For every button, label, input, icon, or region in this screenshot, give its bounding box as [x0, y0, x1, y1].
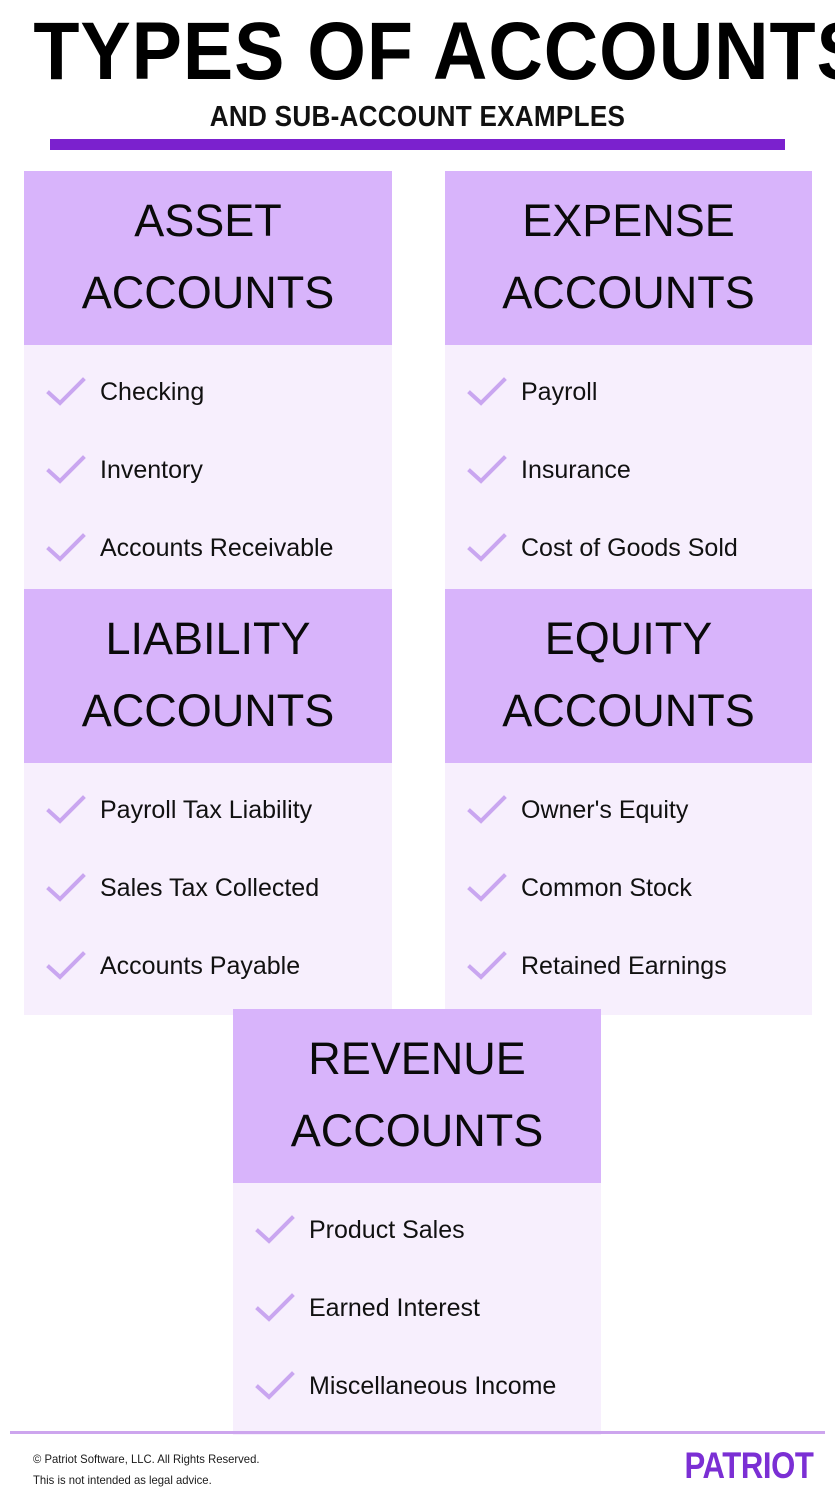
card-title-line1: ASSET	[134, 195, 282, 246]
card-title-line2: ACCOUNTS	[81, 685, 335, 736]
list-item: Inventory	[24, 431, 392, 509]
check-icon	[467, 455, 507, 485]
copyright-text: © Patriot Software, LLC. All Rights Rese…	[33, 1452, 260, 1466]
card-title-line1: LIABILITY	[105, 613, 311, 664]
check-icon	[467, 795, 507, 825]
footer-divider	[10, 1431, 825, 1434]
list-item-label: Accounts Receivable	[100, 534, 334, 562]
list-item-label: Sales Tax Collected	[100, 874, 320, 902]
card-title-line2: ACCOUNTS	[502, 685, 755, 736]
list-item: Payroll Tax Liability	[24, 771, 392, 849]
card-title-line1: EQUITY	[544, 613, 713, 664]
card-header: LIABILITY ACCOUNTS	[24, 589, 392, 763]
list-item-label: Inventory	[100, 456, 203, 484]
check-icon	[255, 1215, 295, 1245]
list-item-label: Checking	[100, 378, 205, 406]
list-item-label: Earned Interest	[309, 1294, 480, 1322]
card-equity-accounts: EQUITY ACCOUNTS Owner's Equity Common St…	[445, 589, 812, 1015]
list-item: Payroll	[445, 353, 812, 431]
page-title: TYPES OF ACCOUNTS	[33, 6, 835, 97]
list-item: Retained Earnings	[445, 927, 812, 1005]
card-title-line1: EXPENSE	[522, 195, 735, 246]
list-item-label: Accounts Payable	[100, 952, 301, 980]
check-icon	[46, 455, 86, 485]
footer-legal: © Patriot Software, LLC. All Rights Rese…	[33, 1449, 259, 1491]
list-item: Common Stock	[445, 849, 812, 927]
infographic-page: TYPES OF ACCOUNTS AND SUB-ACCOUNT EXAMPL…	[0, 0, 835, 1500]
list-item-label: Cost of Goods Sold	[521, 534, 738, 562]
check-icon	[467, 951, 507, 981]
check-icon	[255, 1293, 295, 1323]
list-item: Accounts Receivable	[24, 509, 392, 587]
card-expense-accounts: EXPENSE ACCOUNTS Payroll Insurance Cost …	[445, 171, 812, 597]
card-header: ASSET ACCOUNTS	[24, 171, 392, 345]
list-item-label: Owner's Equity	[521, 796, 689, 824]
list-item-label: Product Sales	[309, 1216, 465, 1244]
check-icon	[467, 533, 507, 563]
list-item-label: Payroll Tax Liability	[100, 796, 313, 824]
card-header: REVENUE ACCOUNTS	[233, 1009, 601, 1183]
check-icon	[467, 377, 507, 407]
check-icon	[255, 1371, 295, 1401]
disclaimer-text: This is not intended as legal advice.	[33, 1473, 212, 1487]
card-title-line2: ACCOUNTS	[290, 1105, 544, 1156]
card-body: Payroll Insurance Cost of Goods Sold	[445, 345, 812, 597]
list-item: Earned Interest	[233, 1269, 601, 1347]
check-icon	[46, 873, 86, 903]
card-title-line2: ACCOUNTS	[81, 267, 335, 318]
list-item-label: Insurance	[521, 456, 631, 484]
list-item-label: Payroll	[521, 378, 598, 406]
list-item: Sales Tax Collected	[24, 849, 392, 927]
check-icon	[467, 873, 507, 903]
card-liability-accounts: LIABILITY ACCOUNTS Payroll Tax Liability…	[24, 589, 392, 1015]
patriot-logo: PATRIOT	[684, 1445, 813, 1486]
check-icon	[46, 951, 86, 981]
check-icon	[46, 795, 86, 825]
card-title-line2: ACCOUNTS	[502, 267, 755, 318]
list-item: Owner's Equity	[445, 771, 812, 849]
list-item: Accounts Payable	[24, 927, 392, 1005]
card-asset-accounts: ASSET ACCOUNTS Checking Inventory Accoun…	[24, 171, 392, 597]
list-item: Miscellaneous Income	[233, 1347, 601, 1425]
card-header: EXPENSE ACCOUNTS	[445, 171, 812, 345]
list-item-label: Miscellaneous Income	[309, 1372, 557, 1400]
header-accent-bar	[50, 139, 785, 150]
page-header: TYPES OF ACCOUNTS AND SUB-ACCOUNT EXAMPL…	[0, 0, 835, 134]
list-item-label: Common Stock	[521, 874, 692, 902]
page-subtitle: AND SUB-ACCOUNT EXAMPLES	[209, 101, 626, 133]
list-item: Checking	[24, 353, 392, 431]
list-item-label: Retained Earnings	[521, 952, 727, 980]
list-item: Insurance	[445, 431, 812, 509]
card-header: EQUITY ACCOUNTS	[445, 589, 812, 763]
list-item: Product Sales	[233, 1191, 601, 1269]
card-revenue-accounts: REVENUE ACCOUNTS Product Sales Earned In…	[233, 1009, 601, 1435]
card-body: Product Sales Earned Interest Miscellane…	[233, 1183, 601, 1435]
card-title-line1: REVENUE	[308, 1033, 526, 1084]
list-item: Cost of Goods Sold	[445, 509, 812, 587]
check-icon	[46, 533, 86, 563]
check-icon	[46, 377, 86, 407]
card-body: Payroll Tax Liability Sales Tax Collecte…	[24, 763, 392, 1015]
card-body: Checking Inventory Accounts Receivable	[24, 345, 392, 597]
card-body: Owner's Equity Common Stock Retained Ear…	[445, 763, 812, 1015]
